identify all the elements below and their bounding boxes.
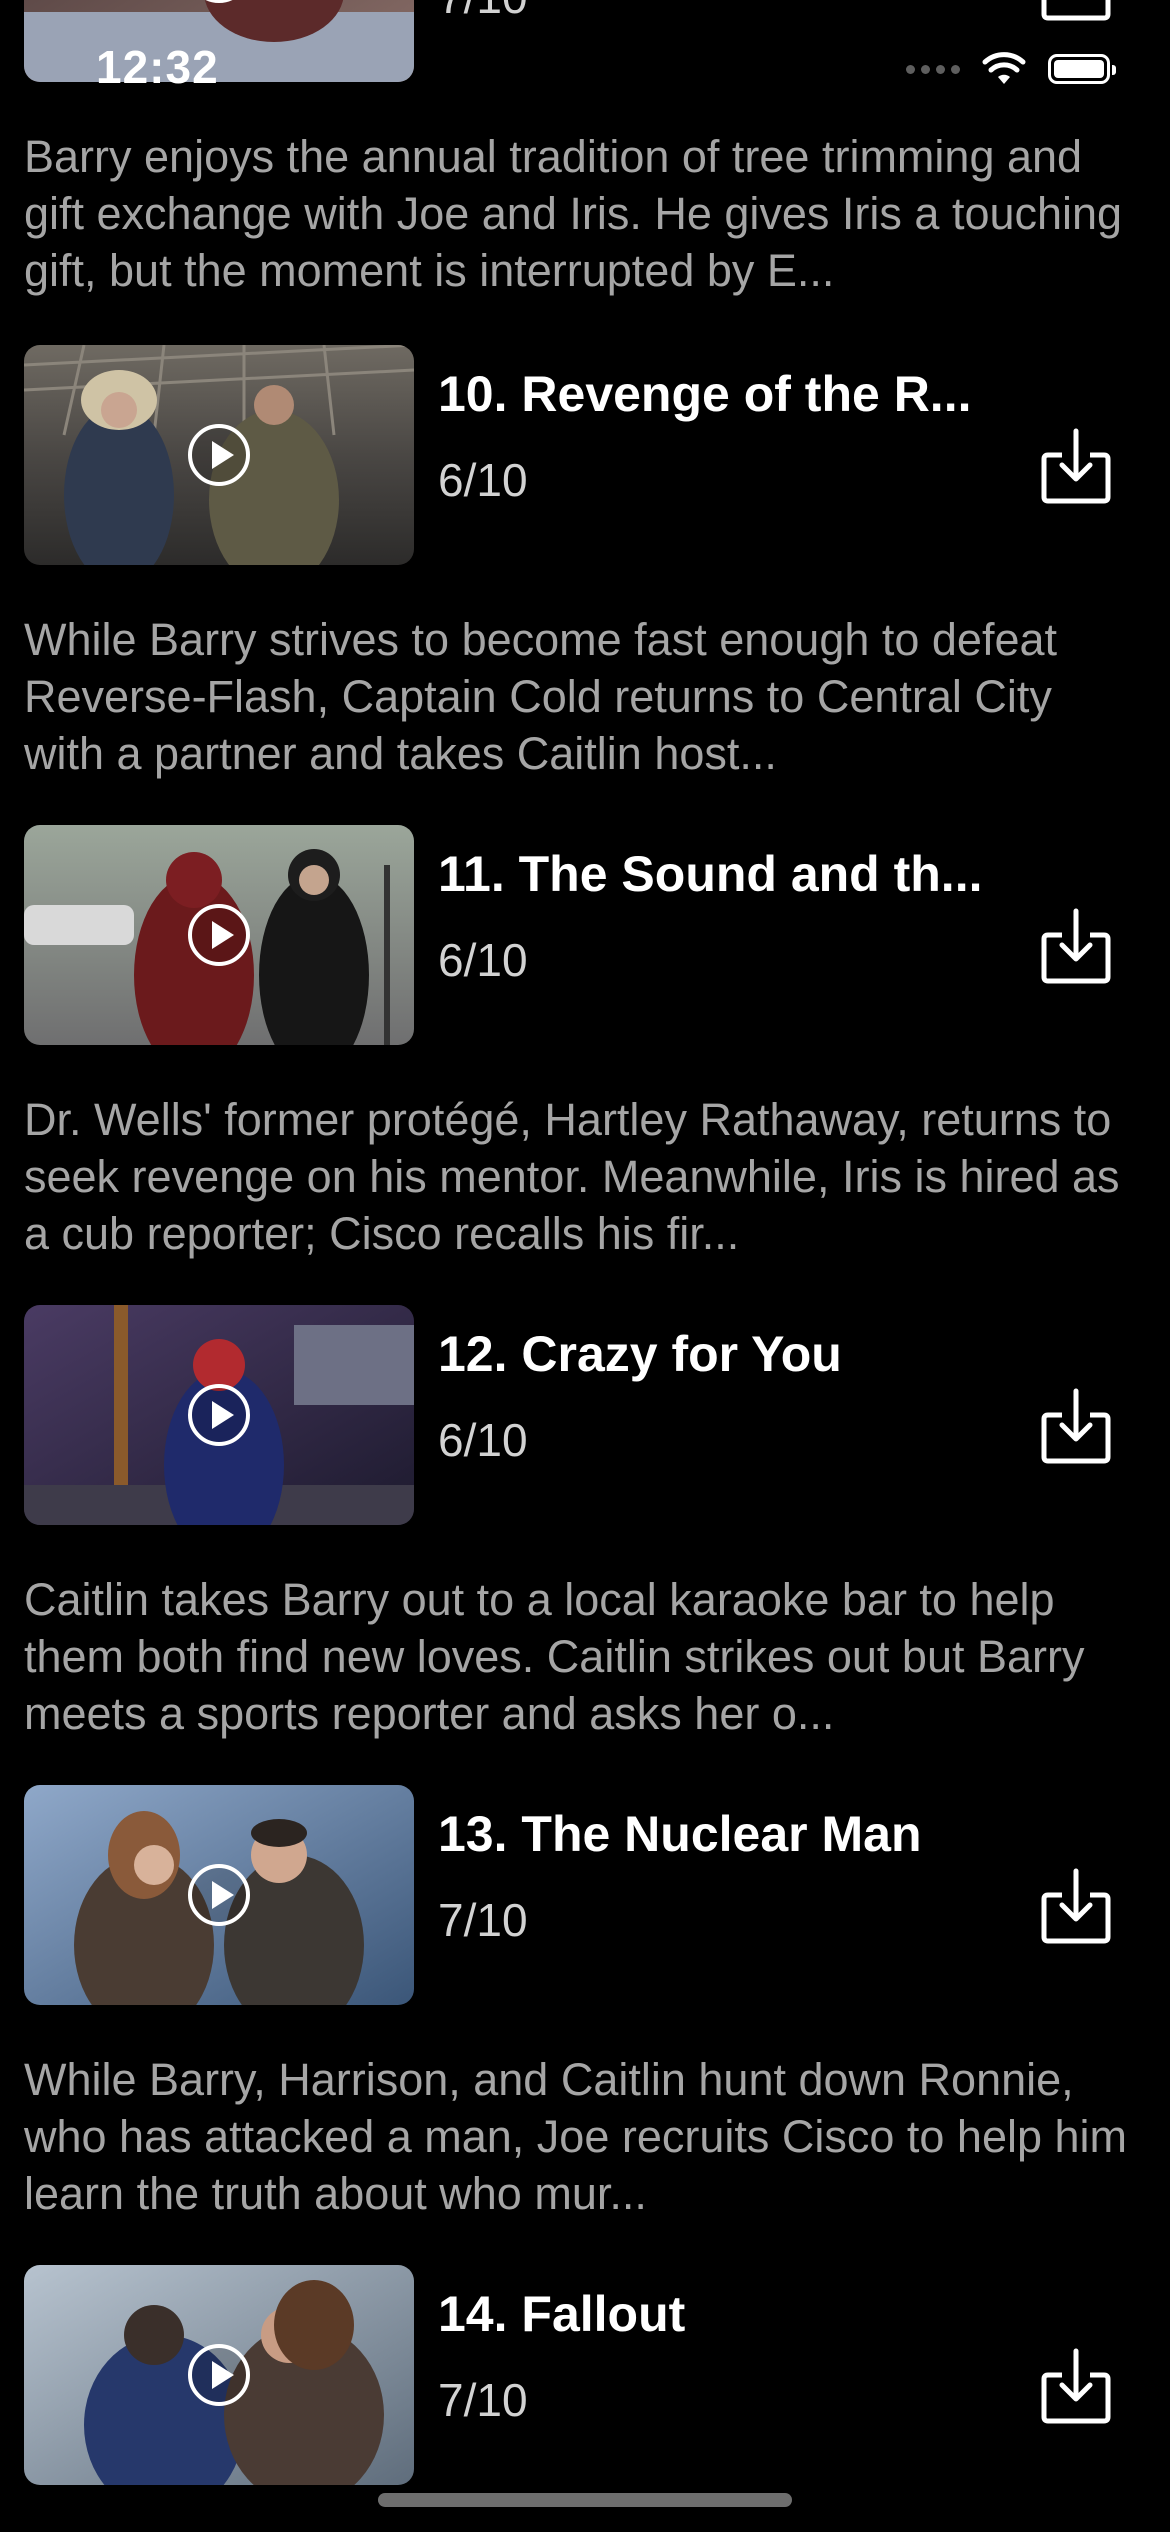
episode-item[interactable]: 13. The Nuclear Man 7/10 While Barry, Ha…: [0, 1785, 1170, 2265]
episode-title: 11. The Sound and th...: [438, 846, 983, 902]
episode-item[interactable]: 10. Revenge of the R... 6/10 While Barry…: [0, 345, 1170, 825]
download-icon[interactable]: [1038, 2345, 1114, 2425]
episode-item[interactable]: 14. Fallout 7/10: [0, 2265, 1170, 2532]
episode-title: 12. Crazy for You: [438, 1326, 842, 1382]
episode-thumbnail[interactable]: [24, 825, 414, 1045]
play-icon: [188, 2344, 250, 2406]
play-icon: [188, 904, 250, 966]
episode-thumbnail[interactable]: [24, 1305, 414, 1525]
episode-thumbnail[interactable]: [24, 2265, 414, 2485]
signal-dots-icon: [906, 64, 960, 74]
episode-title: 13. The Nuclear Man: [438, 1806, 922, 1862]
battery-icon: [1048, 54, 1116, 84]
episode-rating: 7/10: [438, 2374, 528, 2426]
play-icon: [188, 1864, 250, 1926]
episode-thumbnail[interactable]: [24, 345, 414, 565]
episode-item[interactable]: 11. The Sound and th... 6/10 Dr. Wells' …: [0, 825, 1170, 1305]
play-icon: [188, 424, 250, 486]
status-time: 12:32: [96, 41, 219, 93]
episode-rating: 6/10: [438, 934, 528, 986]
download-icon[interactable]: [1038, 1865, 1114, 1945]
status-icons: [906, 52, 1116, 86]
episode-title: 14. Fallout: [438, 2286, 686, 2342]
episode-rating: 6/10: [438, 454, 528, 506]
episode-rating: 7/10: [438, 1894, 528, 1946]
episode-description: While Barry strives to become fast enoug…: [24, 614, 1058, 779]
download-icon[interactable]: [1038, 905, 1114, 985]
episode-description: While Barry, Harrison, and Caitlin hunt …: [24, 2054, 1128, 2219]
status-bar: 12:32: [0, 0, 1170, 150]
episode-title: 10. Revenge of the R...: [438, 366, 972, 422]
episode-description: Caitlin takes Barry out to a local karao…: [24, 1574, 1085, 1739]
download-icon[interactable]: [1038, 425, 1114, 505]
download-icon[interactable]: [1038, 1385, 1114, 1465]
play-icon: [188, 1384, 250, 1446]
episode-description: Dr. Wells' former protégé, Hartley Ratha…: [24, 1094, 1120, 1259]
home-indicator[interactable]: [378, 2493, 792, 2507]
episode-item[interactable]: 12. Crazy for You 6/10 Caitlin takes Bar…: [0, 1305, 1170, 1785]
wifi-icon: [982, 52, 1026, 84]
episode-description: Barry enjoys the annual tradition of tre…: [24, 131, 1123, 296]
episode-thumbnail[interactable]: [24, 1785, 414, 2005]
episode-rating: 6/10: [438, 1414, 528, 1466]
